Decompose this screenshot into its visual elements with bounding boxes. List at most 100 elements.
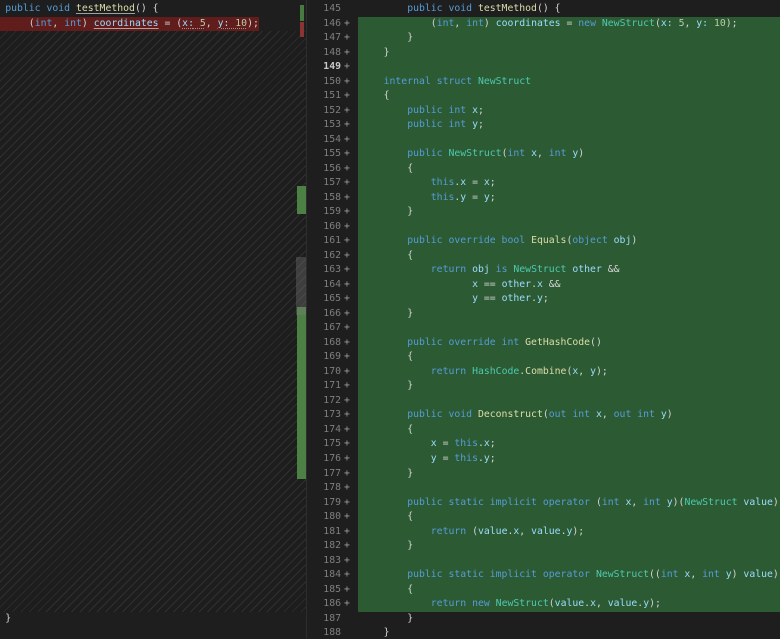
line-number[interactable]: 179 [311, 496, 341, 511]
code-line[interactable]: } [0, 612, 11, 627]
code-line[interactable]: } [358, 379, 780, 394]
line-number[interactable]: 184 [311, 568, 341, 583]
line-number[interactable]: 156 [311, 162, 341, 177]
line-number[interactable]: 171 [311, 379, 341, 394]
code-line[interactable]: public override int GetHashCode() [358, 336, 780, 351]
line-number[interactable]: 167 [311, 321, 341, 336]
code-line[interactable]: public void testMethod() { [358, 2, 780, 17]
line-number[interactable]: 151 [311, 89, 341, 104]
code-line[interactable]: { [358, 583, 780, 598]
line-number[interactable]: 177 [311, 467, 341, 482]
token-pun: () [590, 337, 602, 348]
line-number[interactable]: 187 [311, 612, 341, 627]
code-line[interactable]: } [358, 46, 780, 61]
code-line[interactable]: { [358, 423, 780, 438]
code-line[interactable]: y = this.y; [358, 452, 780, 467]
code-line[interactable] [358, 321, 780, 336]
line-number[interactable]: 180 [311, 510, 341, 525]
line-number[interactable]: 159 [311, 205, 341, 220]
code-line[interactable]: x == other.x && [358, 278, 780, 293]
line-number[interactable]: 188 [311, 626, 341, 639]
code-line[interactable] [358, 133, 780, 148]
line-number[interactable]: 169 [311, 350, 341, 365]
code-line[interactable]: public void Deconstruct(out int x, out i… [358, 408, 780, 423]
line-number[interactable]: 162 [311, 249, 341, 264]
code-line[interactable] [358, 394, 780, 409]
code-line[interactable]: return (value.x, value.y); [358, 525, 780, 540]
token-pun: && [543, 279, 561, 290]
code-line[interactable]: { [358, 249, 780, 264]
token-var: coordinates [496, 18, 561, 29]
line-number[interactable]: 152 [311, 104, 341, 119]
code-line[interactable]: public override bool Equals(object obj) [358, 234, 780, 249]
code-line[interactable]: } [358, 626, 780, 639]
token-pun: ) [484, 18, 496, 29]
line-number[interactable]: 148 [311, 46, 341, 61]
line-number[interactable]: 155 [311, 147, 341, 162]
code-line[interactable]: return HashCode.Combine(x, y); [358, 365, 780, 380]
code-line[interactable]: (int, int) coordinates = (x: 5, y: 10); [0, 17, 259, 32]
code-line[interactable] [358, 60, 780, 75]
line-number[interactable]: 147 [311, 31, 341, 46]
code-line[interactable]: } [358, 467, 780, 482]
line-number[interactable]: 186 [311, 597, 341, 612]
code-line[interactable]: } [358, 539, 780, 554]
code-line[interactable]: y == other.y; [358, 292, 780, 307]
code-line[interactable] [358, 481, 780, 496]
line-number[interactable]: 181 [311, 525, 341, 540]
line-number[interactable]: 178 [311, 481, 341, 496]
code-line[interactable]: internal struct NewStruct [358, 75, 780, 90]
code-line[interactable]: return obj is NewStruct other && [358, 263, 780, 278]
code-line[interactable]: } [358, 205, 780, 220]
code-line[interactable]: this.x = x; [358, 176, 780, 191]
code-line[interactable]: public static implicit operator NewStruc… [358, 568, 780, 583]
code-line[interactable]: public static implicit operator (int x, … [358, 496, 780, 511]
line-number[interactable]: 161 [311, 234, 341, 249]
code-line[interactable]: { [358, 510, 780, 525]
line-number[interactable]: 164 [311, 278, 341, 293]
code-line[interactable]: } [358, 31, 780, 46]
code-line[interactable]: } [358, 612, 780, 627]
line-number[interactable]: 154 [311, 133, 341, 148]
code-line[interactable]: x = this.x; [358, 437, 780, 452]
code-line[interactable]: } [358, 307, 780, 322]
line-number[interactable]: 173 [311, 408, 341, 423]
line-number[interactable]: 146 [311, 17, 341, 32]
scrollbar-thumb[interactable] [296, 257, 306, 315]
code-line[interactable]: { [358, 89, 780, 104]
line-number[interactable]: 145 [311, 2, 341, 17]
token-kw: public [407, 148, 448, 159]
code-line[interactable]: { [358, 350, 780, 365]
line-number[interactable]: 149 [311, 60, 341, 75]
line-number[interactable]: 185 [311, 583, 341, 598]
line-number[interactable]: 158 [311, 191, 341, 206]
code-line[interactable]: { [358, 162, 780, 177]
line-number[interactable]: 165 [311, 292, 341, 307]
code-line[interactable]: public int x; [358, 104, 780, 119]
line-number[interactable]: 182 [311, 539, 341, 554]
line-number[interactable]: 170 [311, 365, 341, 380]
line-number[interactable]: 183 [311, 554, 341, 569]
code-line[interactable]: public int y; [358, 118, 780, 133]
line-number[interactable]: 157 [311, 176, 341, 191]
code-line[interactable] [358, 220, 780, 235]
code-line[interactable]: public NewStruct(int x, int y) [358, 147, 780, 162]
code-line[interactable]: public void testMethod() { [0, 2, 159, 17]
code-line[interactable]: return new NewStruct(value.x, value.y); [358, 597, 780, 612]
code-line[interactable] [358, 554, 780, 569]
line-number[interactable]: 163 [311, 263, 341, 278]
line-number[interactable]: 166 [311, 307, 341, 322]
line-number[interactable]: 176 [311, 452, 341, 467]
line-number[interactable]: 160 [311, 220, 341, 235]
line-number[interactable]: 168 [311, 336, 341, 351]
code-line[interactable]: (int, int) coordinates = new NewStruct(x… [358, 17, 780, 32]
line-number[interactable]: 150 [311, 75, 341, 90]
diff-added-marker: + [341, 467, 358, 482]
code-line[interactable]: this.y = y; [358, 191, 780, 206]
diff-added-marker: + [341, 597, 358, 612]
token-pun: () { [135, 3, 159, 14]
line-number[interactable]: 175 [311, 437, 341, 452]
line-number[interactable]: 153 [311, 118, 341, 133]
line-number[interactable]: 174 [311, 423, 341, 438]
line-number[interactable]: 172 [311, 394, 341, 409]
